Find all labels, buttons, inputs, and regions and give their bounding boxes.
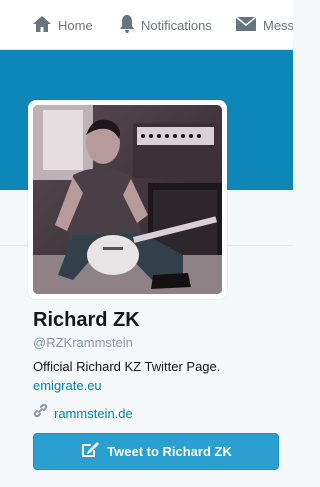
- website-link[interactable]: rammstein.de: [54, 406, 133, 421]
- nav-notifications-label: Notifications: [141, 17, 212, 33]
- avatar: [33, 105, 222, 294]
- profile-name[interactable]: Richard ZK: [33, 309, 140, 332]
- home-icon: [32, 15, 52, 36]
- profile-bio: Official Richard KZ Twitter Page.: [33, 359, 221, 374]
- top-navigation-bar: Home Notifications Messa: [0, 0, 293, 50]
- tweet-to-button-label: Tweet to Richard ZK: [107, 444, 232, 459]
- compose-icon: [80, 441, 100, 462]
- profile-website: rammstein.de: [33, 403, 133, 423]
- nav-item-messages[interactable]: Messa: [235, 0, 293, 49]
- nav-home-label: Home: [58, 17, 93, 33]
- profile-avatar-frame[interactable]: [28, 100, 227, 299]
- nav-item-home[interactable]: Home: [32, 0, 93, 49]
- link-icon: [33, 403, 48, 423]
- bio-link[interactable]: emigrate.eu: [33, 378, 102, 393]
- nav-messages-label: Messa: [263, 17, 293, 33]
- nav-item-notifications[interactable]: Notifications: [119, 0, 212, 49]
- bell-icon: [119, 14, 135, 37]
- profile-handle[interactable]: @RZKrammstein: [33, 335, 133, 350]
- envelope-icon: [235, 15, 257, 36]
- tweet-to-button[interactable]: Tweet to Richard ZK: [33, 433, 279, 470]
